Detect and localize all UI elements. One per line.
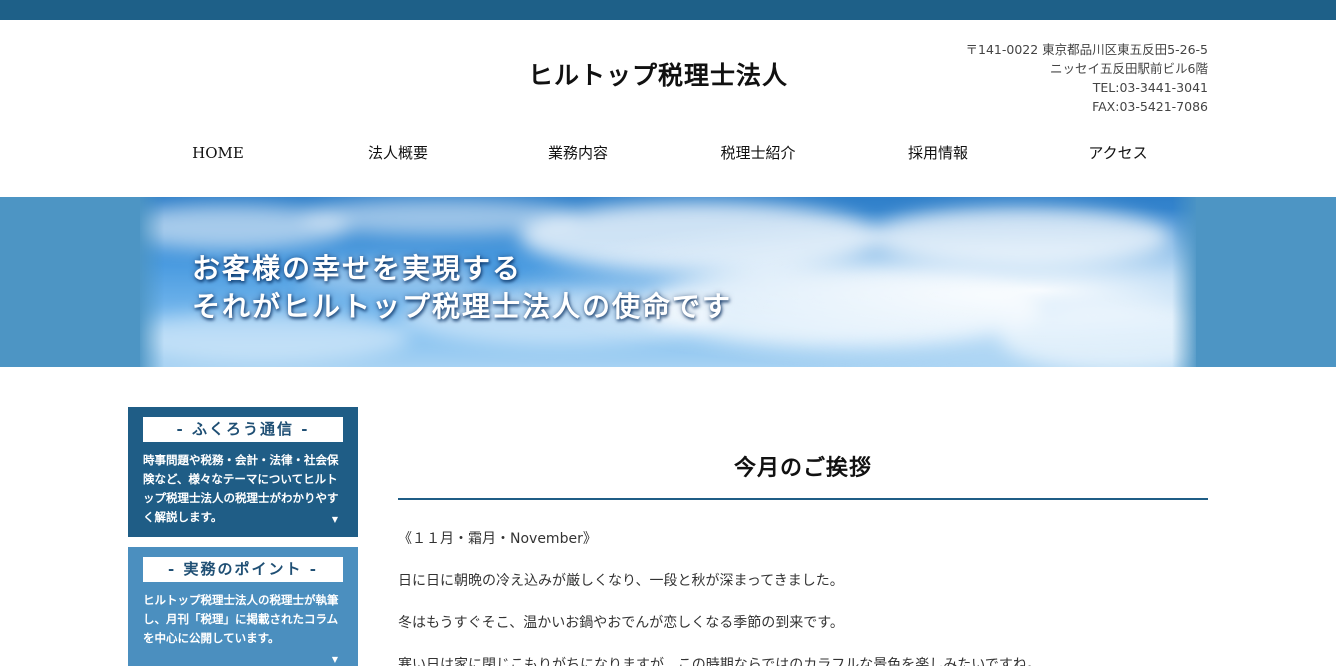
hero-banner: お客様の幸せを実現する それがヒルトップ税理士法人の使命です — [0, 197, 1336, 367]
fax-number: FAX:03-5421-7086 — [1092, 99, 1208, 114]
contact-address: 〒141-0022 東京都品川区東五反田5-26-5 ニッセイ五反田駅前ビル6階… — [966, 40, 1209, 116]
hero-tagline-line2: それがヒルトップ税理士法人の使命です — [192, 290, 733, 323]
newsletter-banner-title: - ふくろう通信 - — [143, 417, 343, 442]
main-nav: HOME 法人概要 業務内容 税理士紹介 採用情報 アクセス — [128, 138, 1208, 168]
nav-item-access[interactable]: アクセス — [1028, 138, 1208, 168]
phone-number: TEL:03-3441-3041 — [1092, 80, 1208, 95]
heading-divider — [398, 498, 1208, 500]
site-title-logo[interactable]: ヒルトップ税理士法人 — [480, 56, 836, 92]
practice-points-banner-text: ヒルトップ税理士法人の税理士が執筆し、月刊「税理」に掲載されたコラムを中心に公開… — [143, 593, 339, 645]
greeting-paragraph: 寒い日は家に閉じこもりがちになりますが、この時期ならではのカラフルな景色を楽しみ… — [398, 657, 1041, 666]
practice-points-banner[interactable]: - 実務のポイント - ヒルトップ税理士法人の税理士が執筆し、月刊「税理」に掲載… — [128, 547, 358, 666]
newsletter-banner-text: 時事問題や税務・会計・法律・社会保険など、様々なテーマについてヒルトップ税理士法… — [143, 453, 339, 524]
newsletter-banner[interactable]: - ふくろう通信 - 時事問題や税務・会計・法律・社会保険など、様々なテーマにつ… — [128, 407, 358, 537]
nav-item-home[interactable]: HOME — [128, 138, 308, 168]
greeting-paragraph: 日に日に朝晩の冷え込みが厳しくなり、一段と秋が深まってきました。 — [398, 573, 844, 589]
hero-tagline-line1: お客様の幸せを実現する — [192, 252, 523, 285]
practice-points-banner-title: - 実務のポイント - — [143, 557, 343, 582]
address-line: 〒141-0022 東京都品川区東五反田5-26-5 — [965, 42, 1209, 57]
hero-sky-image: お客様の幸せを実現する それがヒルトップ税理士法人の使命です — [140, 197, 1196, 367]
triangle-down-icon: ▼ — [331, 515, 338, 524]
nav-item-staff[interactable]: 税理士紹介 — [668, 138, 848, 168]
nav-item-recruit[interactable]: 採用情報 — [848, 138, 1028, 168]
top-bar — [0, 0, 1336, 20]
triangle-down-icon: ▼ — [331, 655, 338, 664]
nav-item-company[interactable]: 法人概要 — [308, 138, 488, 168]
nav-item-services[interactable]: 業務内容 — [488, 138, 668, 168]
greeting-paragraph: 冬はもうすぐそこ、温かいお鍋やおでんが恋しくなる季節の到来です。 — [398, 615, 844, 631]
greeting-paragraph: 《１１月・霜月・November》 — [398, 531, 597, 547]
section-heading: 今月のご挨拶 — [733, 455, 872, 481]
address-line: ニッセイ五反田駅前ビル6階 — [1050, 61, 1208, 76]
